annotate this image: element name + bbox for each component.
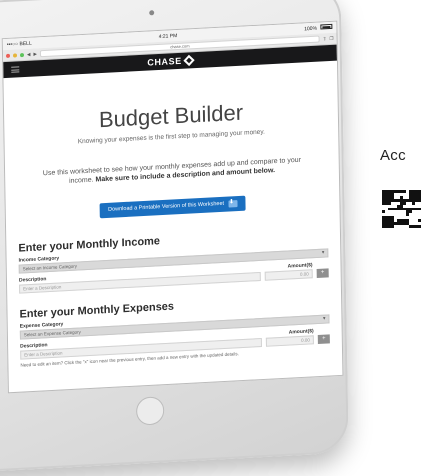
income-category-placeholder: Select an Income Category	[22, 263, 77, 271]
chevron-down-icon: ▾	[322, 315, 326, 322]
tablet-frame: •••○○ BELL 4:21 PM 100% ◀ ▶ chase.com ⇧ …	[0, 0, 349, 476]
download-wrap: Download a Printable Version of this Wor…	[18, 186, 328, 222]
qr-code-icon	[382, 190, 421, 228]
intro-paragraph: Use this worksheet to see how your month…	[31, 155, 313, 188]
caption-text: Acc	[380, 147, 406, 164]
income-amount-column: Amount($) 0.00	[264, 262, 313, 281]
tablet-screen: •••○○ BELL 4:21 PM 100% ◀ ▶ chase.com ⇧ …	[1, 20, 344, 394]
download-worksheet-button[interactable]: Download a Printable Version of this Wor…	[100, 195, 246, 218]
tablet-device: •••○○ BELL 4:21 PM 100% ◀ ▶ chase.com ⇧ …	[0, 0, 349, 476]
close-window-icon[interactable]	[5, 53, 11, 58]
chase-octagon-icon	[183, 54, 195, 67]
add-expense-button[interactable]: +	[317, 333, 330, 344]
battery-indicator: 100%	[304, 23, 333, 33]
share-icon[interactable]: ⇧	[323, 36, 327, 42]
battery-percent: 100%	[304, 25, 318, 33]
download-icon	[227, 199, 238, 208]
chase-logo[interactable]: CHASE	[147, 54, 195, 68]
income-amount-input[interactable]: 0.00	[264, 268, 313, 281]
chevron-down-icon: ▾	[321, 249, 325, 256]
status-time: 4:21 PM	[158, 32, 178, 40]
forward-arrow-icon[interactable]: ▶	[33, 51, 37, 57]
back-arrow-icon[interactable]: ◀	[27, 51, 31, 57]
expense-amount-column: Amount($) 0.00	[265, 328, 314, 347]
hamburger-menu-icon[interactable]	[11, 66, 20, 73]
maximize-window-icon[interactable]	[19, 52, 25, 57]
download-button-label: Download a Printable Version of this Wor…	[108, 200, 225, 213]
brand-name: CHASE	[147, 55, 182, 68]
carrier-signal: •••○○ BELL	[6, 40, 32, 48]
add-income-button[interactable]: +	[316, 267, 329, 278]
tabs-icon[interactable]: ❐	[329, 35, 333, 41]
camera-icon	[149, 10, 155, 16]
expense-category-placeholder: Select an Expense Category	[23, 328, 81, 337]
page-content: Budget Builder Knowing your expenses is …	[4, 95, 342, 368]
home-button[interactable]	[135, 396, 165, 426]
battery-icon	[320, 23, 333, 30]
expense-amount-input[interactable]: 0.00	[265, 334, 314, 347]
minimize-window-icon[interactable]	[12, 52, 18, 58]
